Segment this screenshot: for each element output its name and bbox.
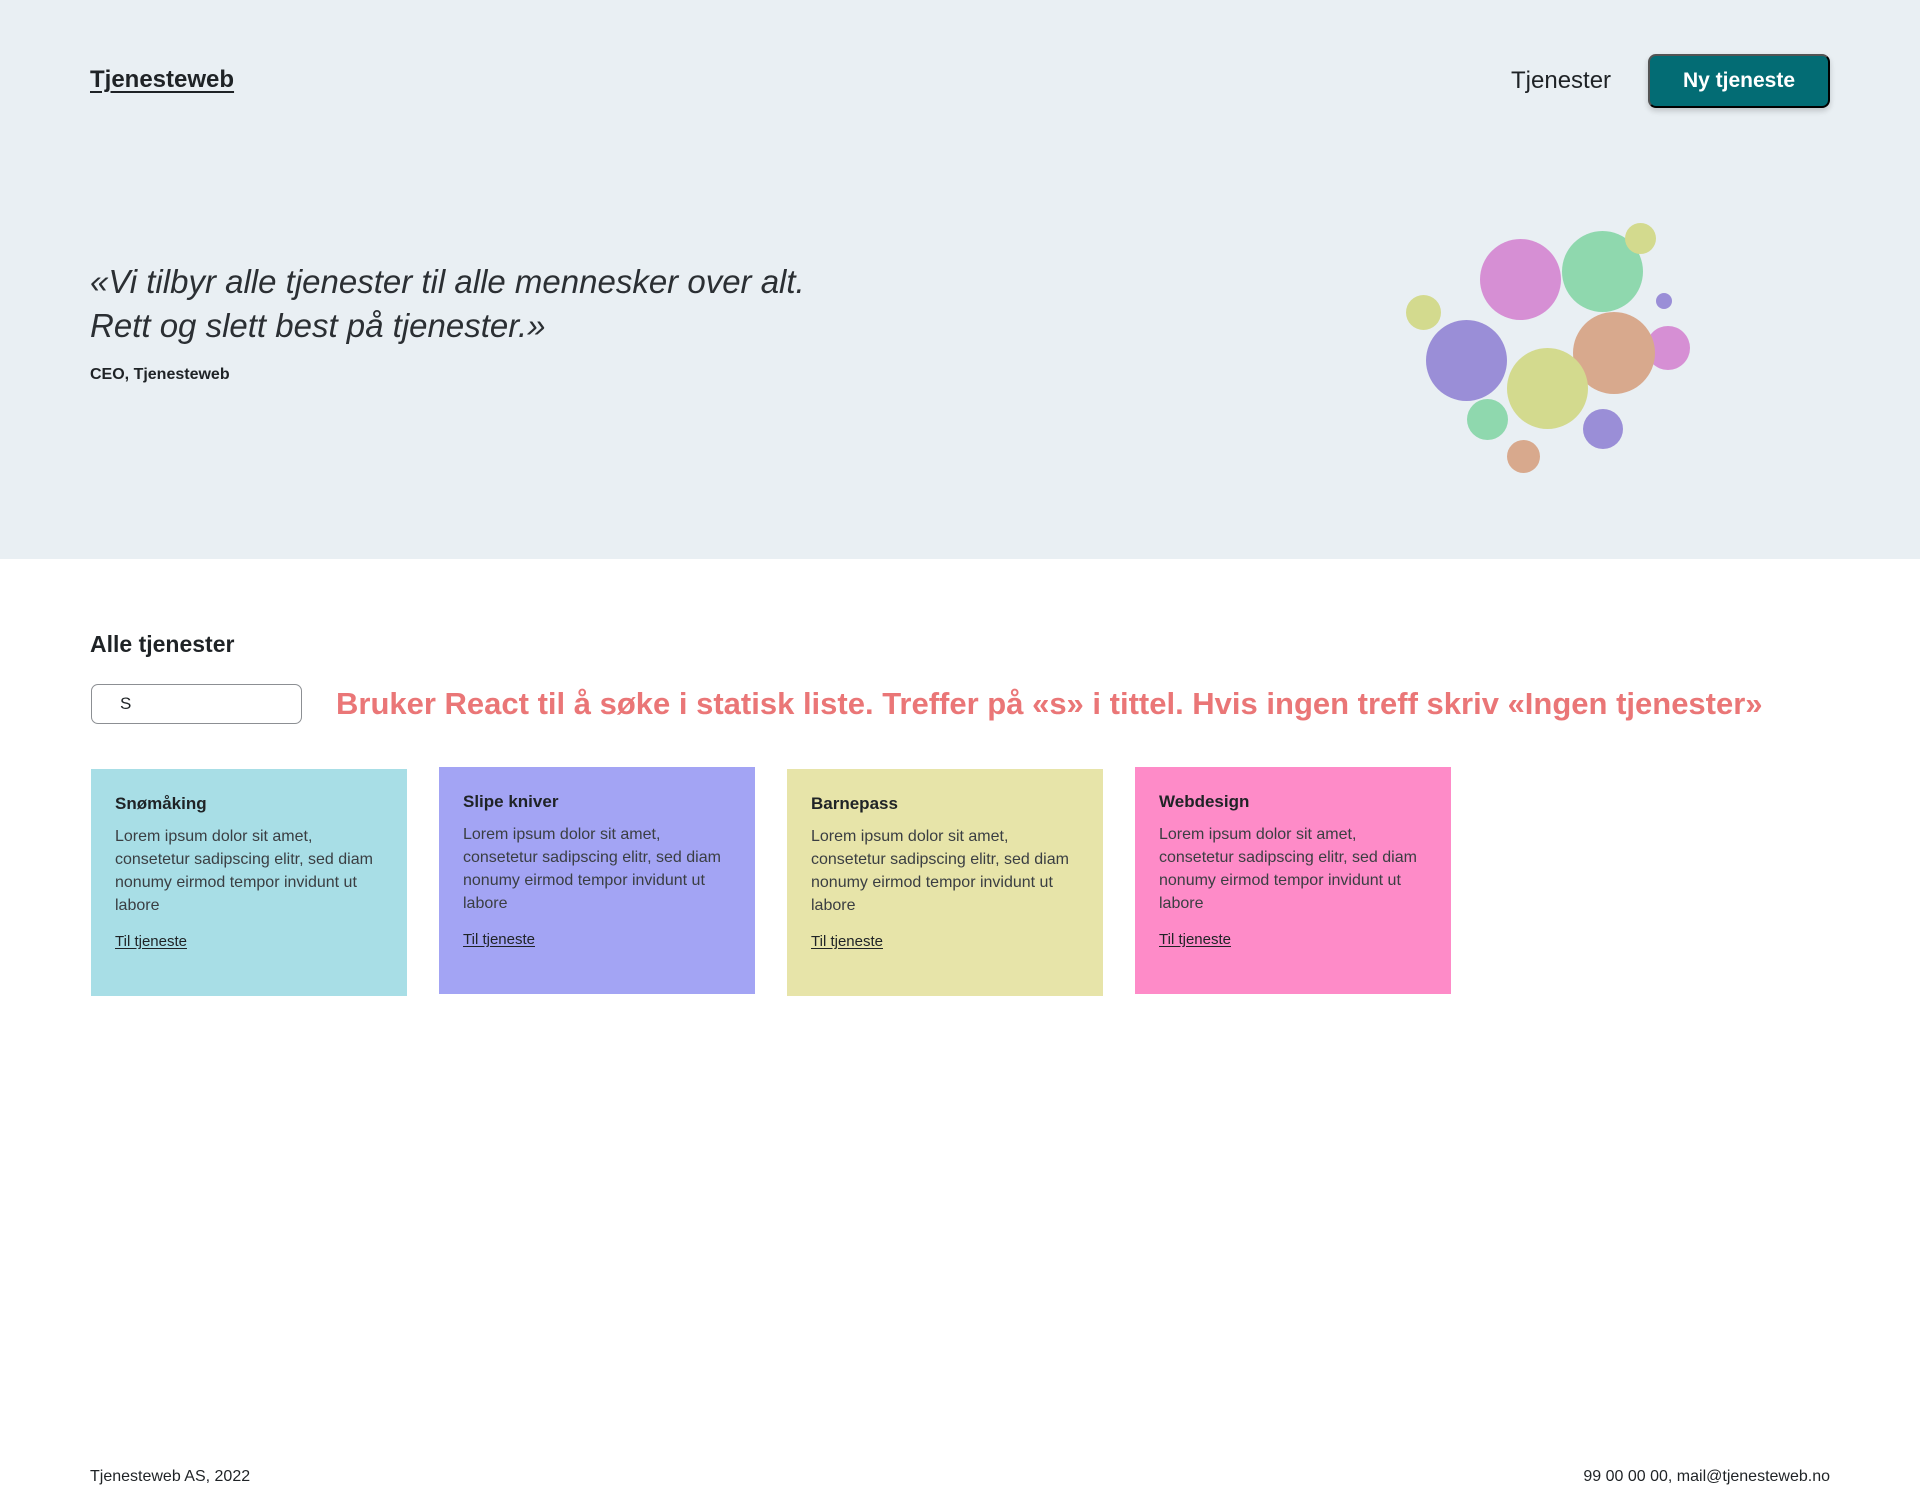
card-description: Lorem ipsum dolor sit amet, consetetur s… (811, 828, 1069, 914)
nav-link-tjenester[interactable]: Tjenester (1511, 67, 1611, 95)
card-link[interactable]: Til tjeneste (1159, 931, 1231, 948)
footer-company: Tjenesteweb AS, 2022 (90, 1468, 251, 1485)
service-card-snomaking: Snømåking Lorem ipsum dolor sit amet, co… (91, 769, 407, 996)
card-title: Snømåking (115, 794, 207, 813)
bubble (1625, 223, 1656, 254)
hero-section: Tjenesteweb Tjenester Ny tjeneste «Vi ti… (0, 0, 1920, 559)
card-link[interactable]: Til tjeneste (811, 933, 883, 950)
dev-note: Bruker React til å søke i statisk liste.… (336, 686, 1763, 721)
service-card-slipe-kniver: Slipe kniver Lorem ipsum dolor sit amet,… (439, 767, 755, 994)
bubble (1406, 295, 1441, 330)
card-title: Slipe kniver (463, 792, 559, 811)
bubble (1507, 440, 1540, 473)
card-description: Lorem ipsum dolor sit amet, consetetur s… (115, 828, 373, 914)
bubble (1507, 348, 1588, 429)
card-link[interactable]: Til tjeneste (463, 931, 535, 948)
card-description: Lorem ipsum dolor sit amet, consetetur s… (463, 826, 721, 912)
bubble (1480, 239, 1561, 320)
new-service-button[interactable]: Ny tjeneste (1648, 54, 1830, 108)
bubble (1426, 320, 1507, 401)
decorative-bubbles-illustration (1390, 210, 1710, 490)
footer-contact: 99 00 00 00, mail@tjenesteweb.no (1583, 1468, 1830, 1485)
hero-quote-line1: «Vi tilbyr alle tjenester til alle menne… (90, 263, 805, 300)
service-card-barnepass: Barnepass Lorem ipsum dolor sit amet, co… (787, 769, 1103, 996)
logo-link[interactable]: Tjenesteweb (90, 66, 234, 94)
card-description: Lorem ipsum dolor sit amet, consetetur s… (1159, 826, 1417, 912)
card-title: Barnepass (811, 794, 898, 813)
bubble (1467, 399, 1508, 440)
bubble (1656, 293, 1672, 309)
quote-author: CEO, Tjenesteweb (90, 366, 230, 383)
hero-quote-line2: Rett og slett best på tjenester.» (90, 307, 546, 344)
bubble (1583, 409, 1623, 449)
service-card-webdesign: Webdesign Lorem ipsum dolor sit amet, co… (1135, 767, 1451, 994)
hero-quote: «Vi tilbyr alle tjenester til alle menne… (90, 260, 990, 348)
section-title: Alle tjenester (90, 631, 235, 657)
card-link[interactable]: Til tjeneste (115, 933, 187, 950)
card-title: Webdesign (1159, 792, 1250, 811)
search-input[interactable] (91, 684, 302, 724)
